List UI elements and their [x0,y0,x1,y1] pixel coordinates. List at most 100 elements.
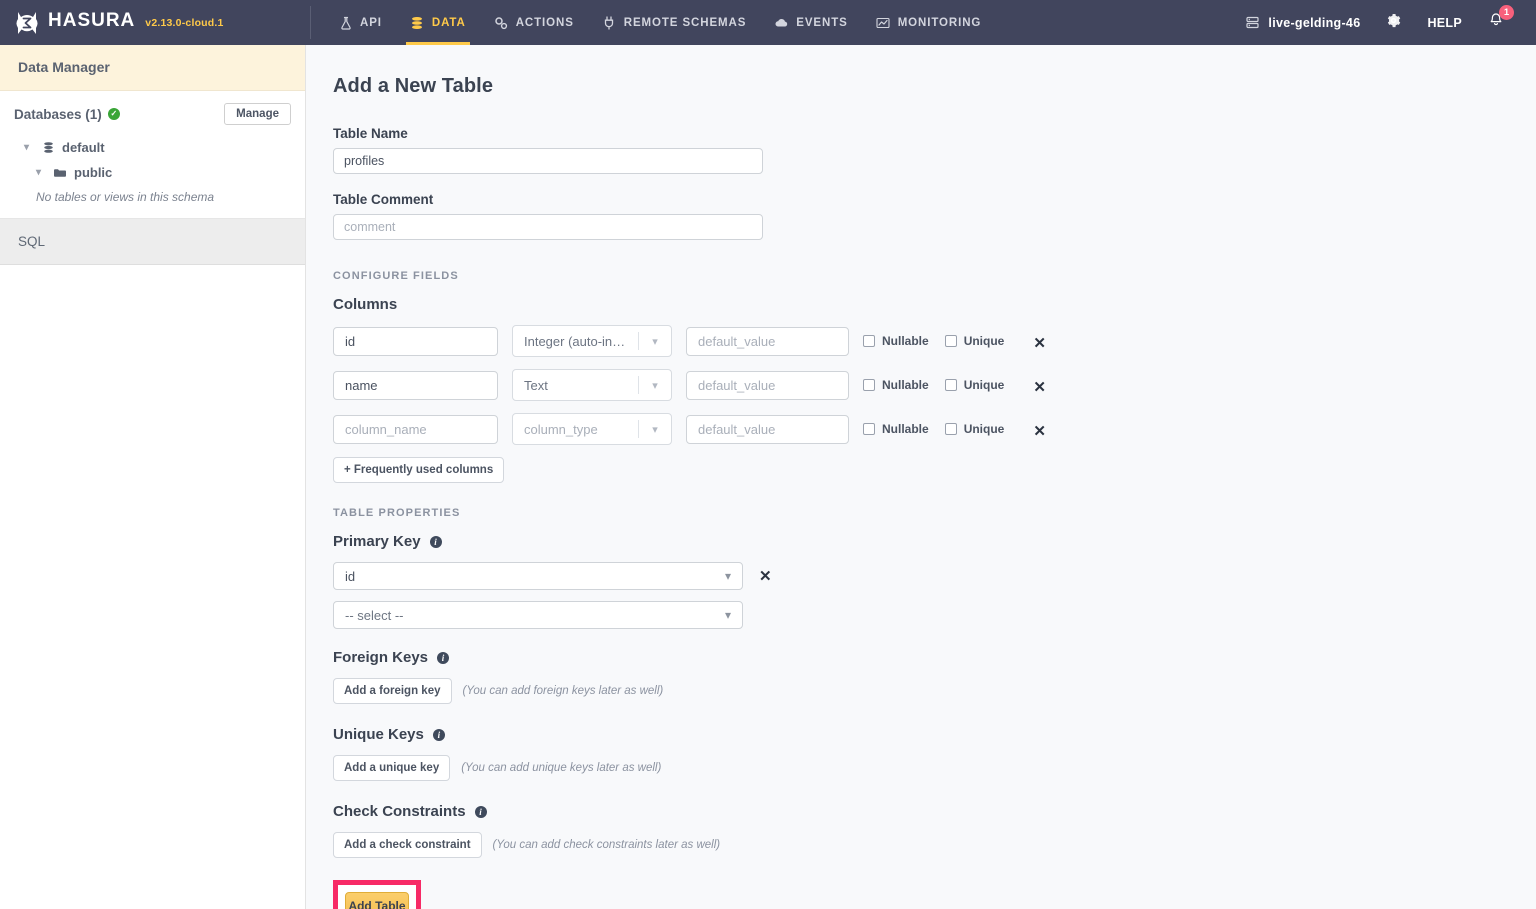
nav-label-actions: ACTIONS [516,17,574,29]
brand-name: HASURA [48,10,135,32]
primary-key-heading: Primary Key i [333,533,1536,550]
database-name: default [62,140,105,155]
sidebar-item-database-default[interactable]: ▾ default [14,135,291,160]
column-type-select[interactable]: column_type ▾ [512,413,672,445]
column-type-select[interactable]: Integer (auto-increme... ▾ [512,325,672,357]
manage-button[interactable]: Manage [224,103,291,125]
notifications-button[interactable]: 1 [1476,12,1520,33]
add-foreign-key-button[interactable]: Add a foreign key [333,678,452,704]
check-circle-icon: ✓ [108,108,120,120]
add-check-constraint-button[interactable]: Add a check constraint [333,832,482,858]
database-icon [410,15,425,30]
unique-label[interactable]: Unique [964,378,1005,392]
nullable-label[interactable]: Nullable [882,334,929,348]
databases-label: Databases (1) [14,107,102,122]
column-name-input[interactable] [333,415,498,444]
check-constraints-row: Add a check constraint (You can add chec… [333,832,1536,858]
column-type-value: Text [513,378,638,393]
add-table-button[interactable]: Add Table [345,892,409,909]
nav-tab-data[interactable]: DATA [396,0,480,45]
nullable-checkbox[interactable] [863,423,875,435]
primary-key-value: id [345,569,355,584]
chevron-down-icon[interactable]: ▾ [24,142,34,153]
primary-key-row: id ▾ ✕ [333,562,1536,590]
info-icon[interactable]: i [433,729,445,741]
primary-key-label: Primary Key [333,533,421,550]
nav-label-api: API [360,17,382,29]
table-properties-caption: TABLE PROPERTIES [333,507,1536,519]
nav-divider [310,6,311,39]
chevron-down-icon: ▾ [639,335,671,348]
close-icon[interactable]: ✕ [1033,424,1046,439]
empty-schema-note: No tables or views in this schema [14,185,291,208]
gears-icon [494,15,509,30]
page-title: Add a New Table [333,75,1536,98]
help-button[interactable]: HELP [1413,16,1476,30]
nullable-label[interactable]: Nullable [882,422,929,436]
column-name-input[interactable] [333,371,498,400]
close-icon[interactable]: ✕ [759,567,772,585]
column-default-input[interactable] [686,327,849,356]
column-name-input[interactable] [333,327,498,356]
table-name-label: Table Name [333,126,1536,141]
nav-tab-events[interactable]: EVENTS [760,0,861,45]
columns-heading: Columns [333,296,1536,313]
nullable-checkbox[interactable] [863,379,875,391]
nullable-checkbox[interactable] [863,335,875,347]
column-type-value: column_type [513,422,638,437]
frequently-used-columns-row: + Frequently used columns [333,457,1536,483]
sidebar-item-schema-public[interactable]: ▾ public [14,160,291,185]
project-selector[interactable]: live-gelding-46 [1231,15,1374,30]
nav-label-events: EVENTS [796,17,847,29]
unique-checkbox[interactable] [945,423,957,435]
column-row: column_type ▾ Nullable Unique ✕ [333,413,1536,445]
nav-tab-remote-schemas[interactable]: REMOTE SCHEMAS [588,0,761,45]
column-type-select[interactable]: Text ▾ [512,369,672,401]
sidebar-item-sql[interactable]: SQL [0,219,305,265]
close-icon[interactable]: ✕ [1033,380,1046,395]
check-constraints-label: Check Constraints [333,803,466,820]
page-body: Data Manager Databases (1) ✓ Manage ▾ [0,45,1536,909]
table-comment-input[interactable] [333,214,763,240]
foreign-keys-row: Add a foreign key (You can add foreign k… [333,678,1536,704]
nav-tab-actions[interactable]: ACTIONS [480,0,588,45]
plug-icon [602,15,617,30]
add-unique-key-button[interactable]: Add a unique key [333,755,450,781]
folder-icon [53,166,67,180]
info-icon[interactable]: i [475,806,487,818]
nullable-label[interactable]: Nullable [882,378,929,392]
close-icon[interactable]: ✕ [1033,336,1046,351]
brand-logo[interactable]: HASURA v2.13.0-cloud.1 [0,10,310,36]
unique-label[interactable]: Unique [964,422,1005,436]
primary-key-select[interactable]: id ▾ [333,562,743,590]
server-icon [1245,15,1260,30]
column-row: Integer (auto-increme... ▾ Nullable Uniq… [333,325,1536,357]
primary-key-select-empty[interactable]: -- select -- ▾ [333,601,743,629]
unique-label[interactable]: Unique [964,334,1005,348]
columns-label: Columns [333,296,397,313]
info-icon[interactable]: i [437,652,449,664]
help-label: HELP [1427,16,1462,30]
table-name-input[interactable] [333,148,763,174]
nav-tab-monitoring[interactable]: MONITORING [862,0,996,45]
primary-key-row-empty: -- select -- ▾ [333,601,1536,629]
foreign-keys-label: Foreign Keys [333,649,428,666]
chevron-down-icon: ▾ [639,379,671,392]
nav-label-remote-schemas: REMOTE SCHEMAS [624,17,747,29]
project-name: live-gelding-46 [1268,16,1360,30]
frequently-used-columns-button[interactable]: + Frequently used columns [333,457,504,483]
info-icon[interactable]: i [430,536,442,548]
column-default-input[interactable] [686,415,849,444]
check-constraints-heading: Check Constraints i [333,803,1536,820]
chevron-down-icon: ▾ [725,569,731,583]
unique-checkbox[interactable] [945,379,957,391]
unique-checkbox[interactable] [945,335,957,347]
column-default-input[interactable] [686,371,849,400]
nav-tab-api[interactable]: API [324,0,396,45]
sidebar-header: Data Manager [0,45,305,91]
chevron-down-icon[interactable]: ▾ [36,167,46,178]
settings-button[interactable] [1374,13,1413,33]
cloud-icon [774,15,789,30]
unique-keys-label: Unique Keys [333,726,424,743]
hasura-logo-icon [14,10,40,36]
